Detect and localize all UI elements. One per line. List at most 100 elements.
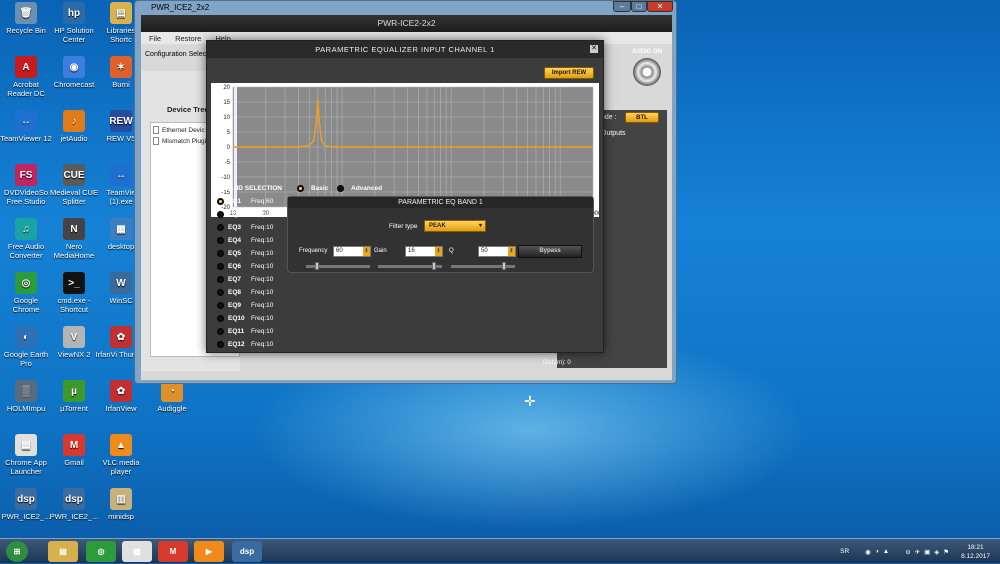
mode-advanced[interactable]: Advanced: [337, 185, 382, 192]
burn-icon: ✶: [110, 56, 132, 78]
dsp-task-icon[interactable]: dsp: [232, 541, 262, 562]
maximize-button[interactable]: □: [631, 1, 647, 12]
desktop-shortcut[interactable]: M Gmail: [48, 434, 100, 467]
frequency-input[interactable]: 60 ⇕: [333, 246, 371, 257]
desktop-shortcut[interactable]: A Acrobat Reader DC: [0, 56, 52, 98]
mode-button[interactable]: BTL: [625, 112, 659, 123]
eq-band-row[interactable]: EQ12 Freq:10: [217, 338, 273, 350]
tray-icon[interactable]: ◉: [865, 548, 871, 556]
eq-band-row[interactable]: EQ4 Freq:10: [217, 234, 273, 246]
speaker-icon[interactable]: [633, 58, 661, 86]
start-orb-icon[interactable]: ⊞: [6, 541, 28, 562]
desktop-shortcut[interactable]: hp HP Solution Center: [48, 2, 100, 44]
hp-icon: hp: [63, 2, 85, 24]
eq-band-row[interactable]: EQ6 Freq:10: [217, 260, 273, 272]
desktop-shortcut[interactable]: ◎ Google Chrome: [0, 272, 52, 314]
language-indicator[interactable]: SR: [840, 548, 849, 555]
eq-band-row[interactable]: EQ7 Freq:10: [217, 273, 273, 285]
eq-band-row[interactable]: EQ3 Freq:10: [217, 221, 273, 233]
tray-icon[interactable]: ▲: [883, 548, 889, 555]
desktop-shortcut[interactable]: ◐ Google Earth Pro: [0, 326, 52, 368]
audio-converter-icon: ♫: [15, 218, 37, 240]
mode-basic[interactable]: Basic: [297, 185, 328, 192]
desktop-shortcut[interactable]: 🗑 Recycle Bin: [0, 2, 52, 35]
gain-input[interactable]: 16 ⇕: [405, 246, 443, 257]
slider-knob[interactable]: [432, 262, 436, 270]
slider-knob[interactable]: [315, 262, 319, 270]
filter-type-value: PEAK: [429, 223, 446, 229]
slider-knob[interactable]: [502, 262, 506, 270]
tray-icon[interactable]: ◑: [875, 548, 879, 555]
filter-type-select[interactable]: PEAK ▾: [424, 220, 486, 232]
desktop-shortcut[interactable]: ♫ Free Audio Converter: [0, 218, 52, 260]
document-icon: [153, 137, 159, 145]
desktop-shortcut-label: Recycle Bin: [6, 26, 46, 35]
explorer-icon[interactable]: ▤: [48, 541, 78, 562]
band-name: EQ2: [228, 210, 242, 218]
spin-arrows-icon[interactable]: ⇕: [363, 247, 370, 256]
menu-restore[interactable]: Restore: [175, 34, 201, 43]
clock-date: 8.12.2017: [961, 552, 990, 560]
app-launcher-task-icon[interactable]: ▦: [122, 541, 152, 562]
desktop-shortcut[interactable]: ↔ TeamViewer 12: [0, 110, 52, 143]
holm-icon: ▒: [15, 380, 37, 402]
frequency-slider[interactable]: [306, 262, 370, 270]
desktop-shortcut[interactable]: ✿ IrfanView: [95, 380, 147, 413]
desktop-shortcut[interactable]: µ µTorrent: [48, 380, 100, 413]
media-task-icon[interactable]: ▶: [194, 541, 224, 562]
desktop-shortcut[interactable]: dsp PWR_ICE2_...: [0, 488, 52, 521]
desktop-shortcut[interactable]: ▲ VLC media player: [95, 434, 147, 476]
radio-icon: [217, 340, 224, 348]
desktop-shortcut[interactable]: V ViewNX 2: [48, 326, 100, 359]
eq-band-row[interactable]: EQ2 Freq:10: [217, 208, 273, 220]
cmd-icon: >_: [63, 272, 85, 294]
desktop-shortcut[interactable]: ◉ Chromecast: [48, 56, 100, 89]
gain-slider[interactable]: [378, 262, 442, 270]
band-frequency: Freq:10: [251, 236, 274, 244]
spin-arrows-icon[interactable]: ⇕: [508, 247, 515, 256]
gain-value: 16: [408, 248, 415, 254]
desktop-shortcut-label: Chrome App Launcher: [5, 458, 47, 476]
tray-icon[interactable]: ▣: [924, 548, 930, 556]
gmail-task-icon[interactable]: M: [158, 541, 188, 562]
desktop-shortcut[interactable]: ▒ HOLMImpu: [0, 380, 52, 413]
q-slider[interactable]: [451, 262, 515, 270]
eq-band-row[interactable]: EQ8 Freq:10: [217, 286, 273, 298]
desktop-shortcut[interactable]: ▥ minidsp: [95, 488, 147, 521]
menu-file[interactable]: File: [149, 34, 161, 43]
desktop-shortcut[interactable]: ♪ jetAudio: [48, 110, 100, 143]
rew-icon: REW: [109, 110, 133, 132]
close-button[interactable]: ✕: [647, 1, 673, 12]
clock[interactable]: 18:21 8.12.2017: [961, 543, 990, 561]
flag-icon[interactable]: ⚑: [943, 548, 949, 556]
desktop-shortcut-label: VLC media player: [102, 458, 140, 476]
eq-band-row[interactable]: EQ10 Freq:10: [217, 312, 273, 324]
teamviewer-icon: ↔: [15, 110, 37, 132]
desktop-shortcut[interactable]: dsp PWR_ICE2_...: [48, 488, 100, 521]
tray-icon[interactable]: ✈: [915, 548, 920, 556]
dialog-close-icon[interactable]: ✕: [590, 45, 598, 53]
q-label: Q: [449, 248, 454, 254]
eq-band-row[interactable]: EQ1 Freq:60: [217, 195, 273, 207]
desktop-shortcut-label: DVDVideoSo Free Studio: [3, 188, 49, 206]
eq-band-row[interactable]: EQ11 Freq:10: [217, 325, 273, 337]
desktop-shortcut[interactable]: CUE Medieval CUE Splitter: [48, 164, 100, 206]
minimize-button[interactable]: –: [613, 1, 631, 12]
band-name: EQ8: [228, 288, 242, 296]
band-name: EQ3: [228, 223, 242, 231]
desktop-shortcut[interactable]: >_ cmd.exe - Shortcut: [48, 272, 100, 314]
import-rew-button[interactable]: Import REW: [544, 67, 594, 79]
eq-band-row[interactable]: EQ5 Freq:10: [217, 247, 273, 259]
desktop-shortcut[interactable]: N Nero MediaHome: [48, 218, 100, 260]
radio-icon: [217, 249, 224, 257]
desktop-shortcut[interactable]: ◔ Audiggle: [146, 380, 198, 413]
bypass-button[interactable]: Bypass: [518, 245, 582, 258]
tray-icon[interactable]: ⊖: [905, 548, 910, 556]
desktop-shortcut[interactable]: ▦ Chrome App Launcher: [0, 434, 52, 476]
chrome-task-icon[interactable]: ◎: [86, 541, 116, 562]
q-input[interactable]: 50 ⇕: [478, 246, 516, 257]
eq-band-row[interactable]: EQ9 Freq:10: [217, 299, 273, 311]
tray-icon[interactable]: ◈: [934, 548, 939, 556]
desktop-shortcut[interactable]: FS DVDVideoSo Free Studio: [0, 164, 52, 206]
spin-arrows-icon[interactable]: ⇕: [435, 247, 442, 256]
